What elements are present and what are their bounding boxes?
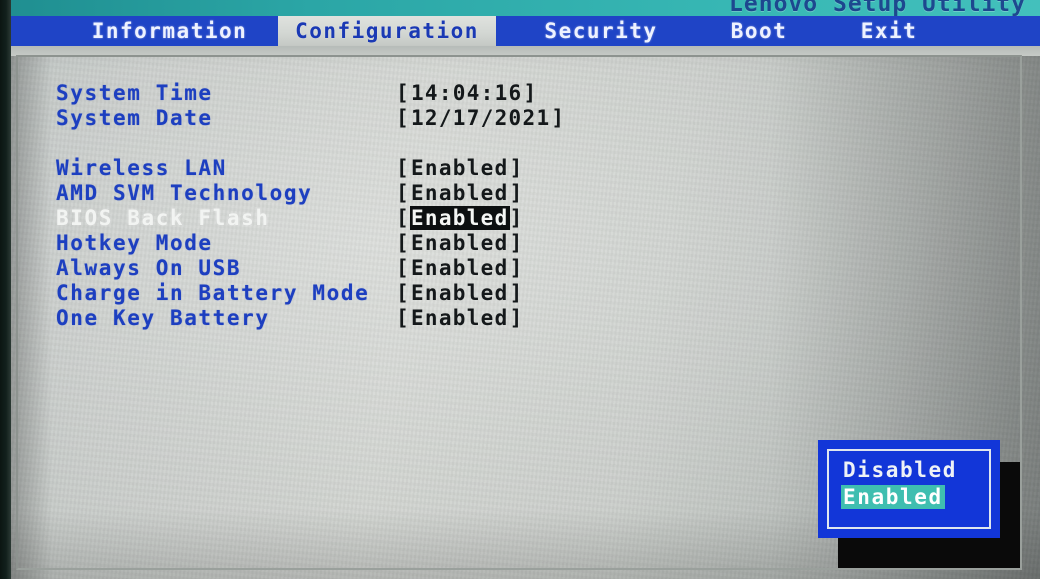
- setting-row-hotkey-mode[interactable]: Hotkey Mode [Enabled]: [0, 230, 1040, 255]
- setting-value-text: Enabled: [410, 255, 509, 280]
- setting-value[interactable]: [Enabled]: [396, 281, 524, 305]
- tab-boot[interactable]: Boot: [704, 16, 814, 46]
- setting-label: AMD SVM Technology: [56, 180, 313, 205]
- setting-label: Hotkey Mode: [56, 230, 213, 255]
- option-item-label: Enabled: [841, 484, 945, 509]
- option-popup[interactable]: Disabled Enabled: [818, 440, 1000, 538]
- setting-row-bios-back-flash[interactable]: BIOS Back Flash [Enabled]: [0, 205, 1040, 230]
- setting-value[interactable]: [Enabled]: [396, 156, 524, 180]
- setting-value[interactable]: [Enabled]: [396, 231, 524, 255]
- tab-configuration[interactable]: Configuration: [278, 16, 496, 46]
- setting-label: Charge in Battery Mode: [56, 280, 370, 305]
- setting-value-text: Enabled: [409, 205, 510, 230]
- setting-label: System Time: [56, 80, 213, 105]
- setting-value-text: Enabled: [410, 280, 509, 305]
- setting-label: Always On USB: [56, 255, 242, 280]
- tab-bar: Information Configuration Security Boot …: [11, 16, 1040, 46]
- setting-value[interactable]: [Enabled]: [396, 256, 524, 280]
- option-item-label: Disabled: [843, 457, 957, 482]
- setting-value-text: Enabled: [410, 180, 509, 205]
- setting-row-amd-svm-technology[interactable]: AMD SVM Technology [Enabled]: [0, 180, 1040, 205]
- setting-row-wireless-lan[interactable]: Wireless LAN [Enabled]: [0, 155, 1040, 180]
- setting-label: Wireless LAN: [56, 155, 227, 180]
- setting-value[interactable]: [Enabled]: [396, 181, 524, 205]
- option-popup-inner-border: Disabled Enabled: [827, 449, 991, 529]
- setting-row-one-key-battery[interactable]: One Key Battery [Enabled]: [0, 305, 1040, 330]
- option-item-disabled[interactable]: Disabled: [829, 456, 989, 483]
- setting-value-text: 12/17/2021: [410, 105, 551, 130]
- setting-value-text: Enabled: [410, 155, 509, 180]
- setting-value[interactable]: [Enabled]: [396, 205, 524, 230]
- setting-value-text: Enabled: [410, 305, 509, 330]
- tab-security[interactable]: Security: [516, 16, 686, 46]
- tab-exit[interactable]: Exit: [834, 16, 944, 46]
- screen-bezel-left: [0, 0, 11, 579]
- setting-row-always-on-usb[interactable]: Always On USB [Enabled]: [0, 255, 1040, 280]
- setting-value-text: Enabled: [410, 230, 509, 255]
- page-title: Lenovo Setup Utility: [729, 0, 1026, 17]
- tab-information[interactable]: Information: [61, 16, 278, 46]
- setting-value-text: 14:04:16: [410, 80, 523, 105]
- setting-value[interactable]: [Enabled]: [396, 306, 524, 330]
- setting-row-system-date[interactable]: System Date [12/17/2021]: [0, 105, 1040, 130]
- bios-setup-screen: Lenovo Setup Utility Information Configu…: [0, 0, 1040, 579]
- setting-value[interactable]: [14:04:16]: [396, 81, 537, 105]
- settings-list: System Time [14:04:16] System Date [12/1…: [0, 55, 1040, 330]
- list-group-spacer: [0, 130, 1040, 155]
- setting-label: BIOS Back Flash: [56, 205, 270, 230]
- setting-label: One Key Battery: [56, 305, 270, 330]
- setting-row-charge-in-battery-mode[interactable]: Charge in Battery Mode [Enabled]: [0, 280, 1040, 305]
- option-item-enabled[interactable]: Enabled: [829, 483, 989, 510]
- setting-row-system-time[interactable]: System Time [14:04:16]: [0, 80, 1040, 105]
- list-top-spacer: [0, 55, 1040, 80]
- setting-label: System Date: [56, 105, 213, 130]
- setting-value[interactable]: [12/17/2021]: [396, 106, 565, 130]
